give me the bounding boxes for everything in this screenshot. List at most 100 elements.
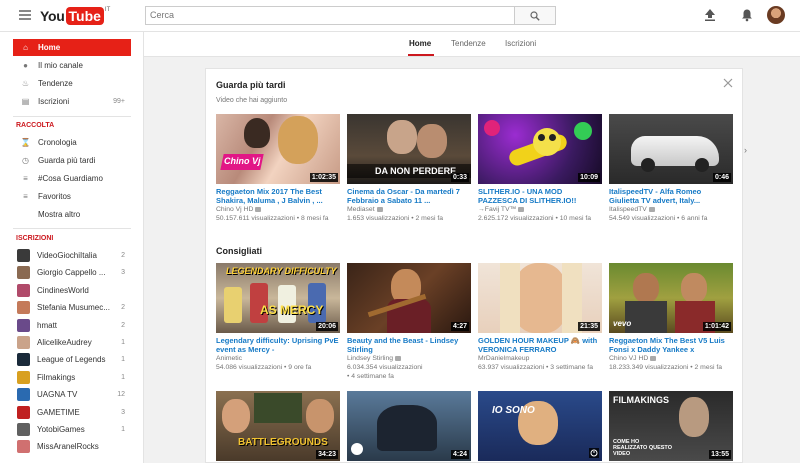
channel-label: →Favij TV™: [478, 206, 517, 213]
video-title[interactable]: Cinema da Oscar - Da martedì 7 Febbraio …: [347, 187, 471, 205]
thumbnail-subcaption: COME HO REALIZZATO QUESTO VIDEO: [613, 439, 672, 457]
watch-later-title[interactable]: Guarda più tardi: [216, 80, 286, 90]
channel-name[interactable]: Chino Vj HD: [216, 205, 340, 214]
video-card[interactable]: vevo 1:01:42 Reggaeton Mix The Best V5 L…: [609, 263, 733, 372]
channel-name[interactable]: MrDanielmakeup: [478, 354, 602, 363]
video-thumbnail[interactable]: vevo 1:01:42: [609, 263, 733, 333]
home-feed: Guarda più tardi Video che hai aggiunto …: [205, 68, 747, 463]
account-avatar[interactable]: [767, 6, 785, 24]
close-icon[interactable]: [723, 78, 733, 88]
search-button[interactable]: [515, 6, 556, 25]
sidebar-item-trending[interactable]: ♨ Tendenze: [13, 75, 131, 92]
video-card[interactable]: LEGENDARY DIFFICULTY AS MERCY 20:06 Lege…: [216, 263, 340, 372]
video-thumbnail[interactable]: DA NON PERDERE 0:33: [347, 114, 471, 184]
channel-name[interactable]: ItalispeedTV: [609, 205, 733, 214]
sidebar-subscription-item[interactable]: GAMETIME 3: [13, 404, 131, 421]
sidebar-subscription-item[interactable]: YotobiGames 1: [13, 421, 131, 438]
recommended-title[interactable]: Consigliati: [216, 246, 262, 256]
next-arrow-icon[interactable]: ›: [744, 145, 747, 155]
video-card[interactable]: Chino Vj 1:02:35 Reggaeton Mix 2017 The …: [216, 114, 340, 223]
library-heading[interactable]: RACCOLTA: [16, 122, 54, 129]
sidebar-subscription-item[interactable]: Giorgio Cappello ... 3: [13, 264, 131, 281]
video-card[interactable]: DA NON PERDERE 0:33 Cinema da Oscar - Da…: [347, 114, 471, 223]
clock-icon: ◷: [22, 156, 29, 165]
sidebar-item-playlist-favoritos[interactable]: ≡ Favoritos: [13, 188, 131, 205]
sidebar-subscription-item[interactable]: League of Legends 1: [13, 351, 131, 368]
search-input[interactable]: Cerca: [145, 6, 515, 25]
upload-icon[interactable]: [703, 8, 717, 22]
channel-name[interactable]: Lindsey Stirling: [347, 354, 471, 363]
video-title[interactable]: Reggaeton Mix The Best V5 Luis Fonsi x D…: [609, 336, 733, 354]
sidebar-subscription-item[interactable]: CindinesWorld: [13, 282, 131, 299]
thumbnail-caption: IO SONO: [492, 405, 535, 416]
sidebar-item-home[interactable]: ⌂ Home: [13, 39, 131, 56]
tab-home[interactable]: Home: [409, 39, 431, 48]
new-videos-count: 3: [121, 269, 125, 277]
channel-name[interactable]: Animetic: [216, 354, 340, 363]
video-meta: 54.086 visualizzazioni • 9 ore fa: [216, 364, 312, 371]
show-more-button[interactable]: Mostra altro: [13, 206, 131, 223]
video-card[interactable]: 10:09 SLITHER.IO - UNA MOD PAZZESCA DI S…: [478, 114, 602, 223]
sidebar-subscription-item[interactable]: AlicelikeAudrey 1: [13, 334, 131, 351]
subscription-label: VideoGiochiItalia: [37, 251, 97, 260]
sidebar-item-subscriptions[interactable]: ▤ Iscrizioni 99+: [13, 93, 131, 110]
channel-label: MrDanielmakeup: [478, 355, 530, 362]
bell-icon[interactable]: [740, 8, 754, 22]
new-videos-count: 1: [121, 339, 125, 346]
video-duration: 1:02:35: [309, 173, 338, 182]
sidebar-subscription-item[interactable]: hmatt 2: [13, 317, 131, 334]
channel-avatar: [17, 336, 30, 349]
video-duration: 20:06: [316, 322, 338, 331]
video-title[interactable]: ItalispeedTV - Alfa Romeo Giulietta TV a…: [609, 187, 733, 205]
video-thumbnail[interactable]: LEGENDARY DIFFICULTY AS MERCY 20:06: [216, 263, 340, 333]
video-thumbnail[interactable]: 21:35: [478, 263, 602, 333]
video-card[interactable]: FILMAKINGS COME HO REALIZZATO QUESTO VID…: [609, 391, 733, 461]
video-card[interactable]: IO SONO: [478, 391, 602, 461]
video-title[interactable]: Beauty and the Beast - Lindsey Stirling: [347, 336, 471, 354]
video-card[interactable]: 4:27 Beauty and the Beast - Lindsey Stir…: [347, 263, 471, 381]
subscription-label: CindinesWorld: [37, 285, 89, 295]
video-card[interactable]: 21:35 GOLDEN HOUR MAKEUP 🙈 with VERONICA…: [478, 263, 602, 372]
history-icon: ⌛: [20, 138, 31, 147]
new-videos-count: 1: [121, 356, 125, 364]
sidebar-subscription-item[interactable]: Filmakings 1: [13, 369, 131, 386]
video-thumbnail[interactable]: 10:09: [478, 114, 602, 184]
vevo-logo: vevo: [613, 319, 632, 328]
channel-name[interactable]: Chino VJ HD: [609, 354, 733, 363]
video-title[interactable]: Legendary difficulty: Uprising PvE event…: [216, 336, 340, 354]
tab-subscriptions[interactable]: Iscrizioni: [505, 39, 536, 48]
channel-name[interactable]: →Favij TV™: [478, 205, 602, 214]
sidebar-item-my-channel[interactable]: ● Il mio canale: [13, 57, 131, 74]
channel-name[interactable]: Mediaset: [347, 205, 471, 214]
sidebar-subscription-item[interactable]: VideoGiochiItalia 2: [13, 247, 131, 264]
tab-trending[interactable]: Tendenze: [451, 39, 486, 48]
subscriptions-heading[interactable]: ISCRIZIONI: [16, 235, 53, 242]
video-thumbnail[interactable]: Chino Vj 1:02:35: [216, 114, 340, 184]
video-meta: 18.233.349 visualizzazioni • 2 mesi fa: [609, 364, 723, 371]
video-title[interactable]: SLITHER.IO - UNA MOD PAZZESCA DI SLITHER…: [478, 187, 602, 205]
menu-icon[interactable]: [19, 10, 31, 20]
video-thumbnail[interactable]: FILMAKINGS COME HO REALIZZATO QUESTO VID…: [609, 391, 733, 461]
youtube-logo[interactable]: You Tube IT: [40, 7, 110, 25]
video-thumbnail[interactable]: BATTLEGROUNDS 34:23: [216, 391, 340, 461]
sidebar-subscription-item[interactable]: MissAranelRocks: [13, 438, 131, 455]
video-card[interactable]: 4:24: [347, 391, 471, 461]
sidebar-subscription-item[interactable]: Stefania Musumec... 2: [13, 299, 131, 316]
watch-later-subtitle: Video che hai aggiunto: [216, 97, 288, 104]
video-title[interactable]: Reggaeton Mix 2017 The Best Shakira, Mal…: [216, 187, 340, 205]
video-thumbnail[interactable]: 0:46: [609, 114, 733, 184]
video-thumbnail[interactable]: 4:24: [347, 391, 471, 461]
video-card[interactable]: BATTLEGROUNDS 34:23: [216, 391, 340, 461]
sidebar-item-playlist-cosa-guardiamo[interactable]: ≡ #Cosa Guardiamo: [13, 170, 131, 187]
sidebar-subscription-item[interactable]: UAGNA TV 12: [13, 386, 131, 403]
verified-icon: [650, 355, 657, 361]
video-title[interactable]: GOLDEN HOUR MAKEUP 🙈 with VERONICA FERRA…: [478, 336, 602, 354]
channel-avatar: [17, 388, 30, 402]
sidebar-item-watch-later[interactable]: ◷ Guarda più tardi: [13, 152, 131, 169]
sidebar-item-history[interactable]: ⌛ Cronologia: [13, 134, 131, 151]
video-meta: 6.034.354 visualizzazioni: [347, 364, 423, 371]
video-thumbnail[interactable]: 4:27: [347, 263, 471, 333]
video-card[interactable]: 0:46 ItalispeedTV - Alfa Romeo Giulietta…: [609, 114, 733, 223]
video-thumbnail[interactable]: IO SONO: [478, 391, 602, 461]
clock-icon: [589, 448, 599, 458]
